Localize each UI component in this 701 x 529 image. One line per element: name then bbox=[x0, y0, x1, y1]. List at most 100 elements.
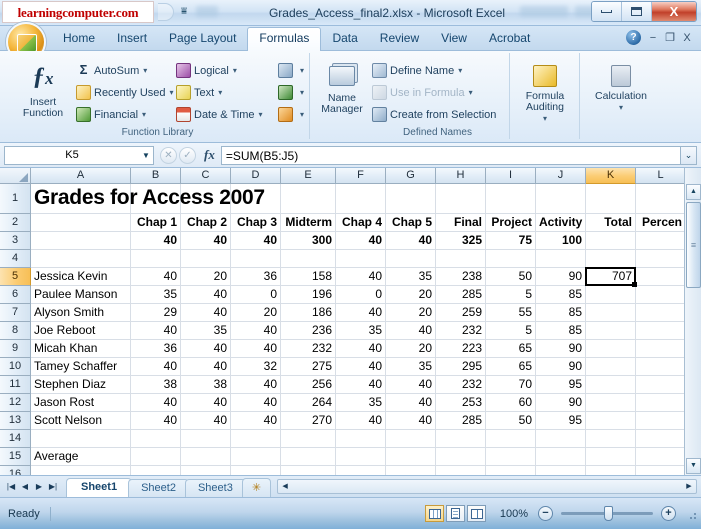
column-header-f[interactable]: F bbox=[336, 168, 386, 184]
cancel-icon[interactable]: ✕ bbox=[160, 146, 177, 164]
cell-E7[interactable]: 186 bbox=[281, 304, 336, 322]
cell-C11[interactable]: 38 bbox=[181, 376, 231, 394]
formula-auditing-button[interactable]: Formula Auditing ▾ bbox=[512, 61, 578, 124]
cell-E15[interactable] bbox=[281, 448, 336, 466]
cell-F10[interactable]: 40 bbox=[336, 358, 386, 376]
create-from-selection-button[interactable]: Create from Selection bbox=[372, 107, 496, 122]
cell-I5[interactable]: 50 bbox=[486, 268, 536, 286]
cell-D6[interactable]: 0 bbox=[231, 286, 281, 304]
cell-H16[interactable] bbox=[436, 466, 486, 475]
cell-J6[interactable]: 85 bbox=[536, 286, 586, 304]
row-header-3[interactable]: 3 bbox=[0, 232, 31, 250]
cell-K16[interactable] bbox=[586, 466, 636, 475]
cell-A13[interactable]: Scott Nelson bbox=[31, 412, 131, 430]
cell-C2[interactable]: Chap 2 bbox=[181, 214, 231, 232]
cell-F11[interactable]: 40 bbox=[336, 376, 386, 394]
first-sheet-button[interactable]: |◀ bbox=[4, 482, 18, 491]
row-header-4[interactable]: 4 bbox=[0, 250, 31, 268]
cell-L6[interactable] bbox=[636, 286, 684, 304]
cell-H12[interactable]: 253 bbox=[436, 394, 486, 412]
cell-H14[interactable] bbox=[436, 430, 486, 448]
cell-E12[interactable]: 264 bbox=[281, 394, 336, 412]
column-header-e[interactable]: E bbox=[281, 168, 336, 184]
cell-F8[interactable]: 35 bbox=[336, 322, 386, 340]
cell-I13[interactable]: 50 bbox=[486, 412, 536, 430]
cell-F4[interactable] bbox=[336, 250, 386, 268]
cell-J1[interactable] bbox=[536, 184, 586, 214]
cell-H1[interactable] bbox=[436, 184, 486, 214]
cell-E6[interactable]: 196 bbox=[281, 286, 336, 304]
cell-I12[interactable]: 60 bbox=[486, 394, 536, 412]
logical-button[interactable]: Logical ▾ bbox=[176, 63, 237, 78]
column-header-b[interactable]: B bbox=[131, 168, 181, 184]
recently-used-button[interactable]: Recently Used ▾ bbox=[76, 85, 174, 100]
row-header-16[interactable]: 16 bbox=[0, 466, 31, 475]
chevron-down-icon[interactable]: ▾ bbox=[259, 110, 263, 119]
column-header-a[interactable]: A bbox=[31, 168, 131, 184]
cell-I10[interactable]: 65 bbox=[486, 358, 536, 376]
cell-G4[interactable] bbox=[386, 250, 436, 268]
cell-I9[interactable]: 65 bbox=[486, 340, 536, 358]
cell-G15[interactable] bbox=[386, 448, 436, 466]
more-functions-button[interactable]: ▾ bbox=[278, 107, 304, 122]
cell-G6[interactable]: 20 bbox=[386, 286, 436, 304]
cell-B3[interactable]: 40 bbox=[131, 232, 181, 250]
cell-J12[interactable]: 90 bbox=[536, 394, 586, 412]
cell-C12[interactable]: 40 bbox=[181, 394, 231, 412]
row-header-6[interactable]: 6 bbox=[0, 286, 31, 304]
scroll-left-button[interactable]: ◀ bbox=[278, 480, 292, 493]
cell-K8[interactable] bbox=[586, 322, 636, 340]
minimize-button[interactable] bbox=[592, 2, 622, 21]
cell-G7[interactable]: 20 bbox=[386, 304, 436, 322]
cell-D2[interactable]: Chap 3 bbox=[231, 214, 281, 232]
row-header-8[interactable]: 8 bbox=[0, 322, 31, 340]
cell-E10[interactable]: 275 bbox=[281, 358, 336, 376]
chevron-down-icon[interactable]: ▾ bbox=[218, 88, 222, 97]
cell-H5[interactable]: 238 bbox=[436, 268, 486, 286]
cell-F12[interactable]: 35 bbox=[336, 394, 386, 412]
zoom-level[interactable]: 100% bbox=[496, 508, 528, 520]
cell-C15[interactable] bbox=[181, 448, 231, 466]
cell-F13[interactable]: 40 bbox=[336, 412, 386, 430]
cell-C5[interactable]: 20 bbox=[181, 268, 231, 286]
cell-A4[interactable] bbox=[31, 250, 131, 268]
cell-K14[interactable] bbox=[586, 430, 636, 448]
cell-F14[interactable] bbox=[336, 430, 386, 448]
insert-function-button[interactable]: ƒx Insert Function bbox=[12, 59, 74, 119]
chevron-down-icon[interactable]: ▾ bbox=[143, 66, 147, 75]
restore-window-icon[interactable]: ❐ bbox=[663, 31, 677, 45]
cell-K4[interactable] bbox=[586, 250, 636, 268]
insert-function-icon[interactable]: fx bbox=[204, 147, 215, 163]
cell-F7[interactable]: 40 bbox=[336, 304, 386, 322]
cell-H6[interactable]: 285 bbox=[436, 286, 486, 304]
cell-E14[interactable] bbox=[281, 430, 336, 448]
tab-insert[interactable]: Insert bbox=[106, 28, 158, 51]
cell-A1-title[interactable]: Grades for Access 2007 bbox=[31, 184, 431, 214]
math-trig-button[interactable]: ▾ bbox=[278, 85, 304, 100]
cell-C10[interactable]: 40 bbox=[181, 358, 231, 376]
row-header-13[interactable]: 13 bbox=[0, 412, 31, 430]
row-header-5[interactable]: 5 bbox=[0, 268, 31, 286]
scroll-right-button[interactable]: ▶ bbox=[682, 480, 696, 493]
text-button[interactable]: Text ▾ bbox=[176, 85, 222, 100]
cell-K1[interactable] bbox=[586, 184, 636, 214]
column-header-i[interactable]: I bbox=[486, 168, 536, 184]
cell-C8[interactable]: 35 bbox=[181, 322, 231, 340]
cell-J14[interactable] bbox=[536, 430, 586, 448]
resize-grip[interactable] bbox=[684, 507, 698, 521]
minimize-ribbon-icon[interactable]: − bbox=[646, 31, 660, 45]
cell-L1[interactable] bbox=[636, 184, 684, 214]
cell-E9[interactable]: 232 bbox=[281, 340, 336, 358]
cell-K2[interactable]: Total bbox=[586, 214, 636, 232]
cell-G16[interactable] bbox=[386, 466, 436, 475]
cell-B15[interactable] bbox=[131, 448, 181, 466]
tab-formulas[interactable]: Formulas bbox=[247, 27, 322, 52]
cell-J13[interactable]: 95 bbox=[536, 412, 586, 430]
cell-H11[interactable]: 232 bbox=[436, 376, 486, 394]
cell-J15[interactable] bbox=[536, 448, 586, 466]
cell-K12[interactable] bbox=[586, 394, 636, 412]
cell-C3[interactable]: 40 bbox=[181, 232, 231, 250]
cell-I7[interactable]: 55 bbox=[486, 304, 536, 322]
cell-A10[interactable]: Tamey Schaffer bbox=[31, 358, 131, 376]
define-name-button[interactable]: Define Name ▾ bbox=[372, 63, 462, 78]
